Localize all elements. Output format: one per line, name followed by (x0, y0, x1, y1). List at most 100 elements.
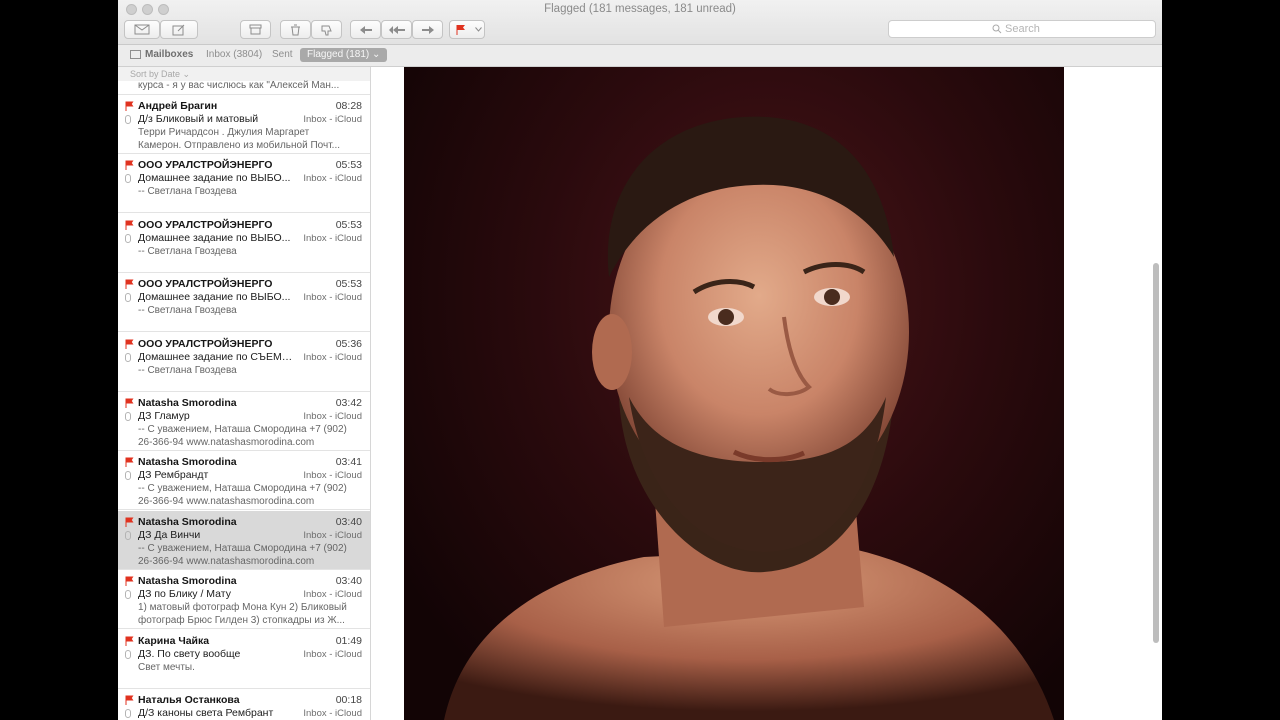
message-row[interactable]: Наталья Останкова 00:18 Д/З каноны света Р… (118, 689, 370, 720)
message-row[interactable]: ООО УРАЛСТРОЙЭНЕРГО 05:53 Домашнее задание… (118, 214, 370, 273)
message-row[interactable]: Natasha Smorodina 03:40 ДЗ Да Винчи Inbox -… (118, 511, 370, 570)
message-preview-line: 26-366-94 www.natashasmorodina.com (138, 496, 315, 507)
message-subject: ДЗ Гламур (138, 410, 190, 422)
attachment-icon (125, 174, 131, 183)
message-row[interactable]: Андрей Брагин 08:28 Д/з Бликовый и матовый… (118, 95, 370, 154)
attachment-icon (125, 234, 131, 243)
message-time: 01:49 (335, 635, 362, 647)
message-mailbox: Inbox - iCloud (303, 589, 362, 600)
favorite-inbox[interactable]: Inbox (3804) (206, 49, 262, 60)
message-subject: Домашнее задание по ВЫБО... (138, 232, 291, 244)
message-time: 03:40 (335, 575, 362, 587)
junk-button[interactable] (311, 20, 342, 39)
forward-button[interactable] (412, 20, 443, 39)
attachment-icon (125, 115, 131, 124)
message-sender: Natasha Smorodina (138, 397, 237, 409)
search-icon (992, 24, 1002, 34)
reply-all-button[interactable] (381, 20, 412, 39)
message-mailbox: Inbox - iCloud (303, 292, 362, 303)
flag-icon (125, 576, 134, 586)
forward-icon (421, 25, 434, 34)
message-preview: Терри Ричардсон . Джулия Маргарет Камерон… (138, 126, 364, 152)
compose-icon (172, 24, 185, 35)
archive-icon (249, 24, 262, 35)
flag-icon (125, 636, 134, 646)
flag-button[interactable] (449, 20, 485, 39)
message-preview-line: -- С уважением, Наташа Смородина +7 (902… (138, 483, 347, 494)
search-placeholder: Search (1005, 23, 1040, 35)
attachment-icon (125, 531, 131, 540)
message-row[interactable]: ООО УРАЛСТРОЙЭНЕРГО 05:36 Домашнее задание… (118, 333, 370, 392)
message-mailbox: Inbox - iCloud (303, 649, 362, 660)
message-sender: Андрей Брагин (138, 100, 218, 112)
message-preview: -- С уважением, Наташа Смородина +7 (902… (138, 482, 364, 508)
compose-button[interactable] (160, 20, 198, 39)
message-mailbox: Inbox - iCloud (303, 708, 362, 719)
favorite-sent[interactable]: Sent (272, 49, 293, 60)
message-preview-line: -- Светлана Гвоздева (138, 186, 237, 197)
flag-icon (125, 695, 134, 705)
message-preview-line: -- Светлана Гвоздева (138, 305, 237, 316)
message-subject: ДЗ Да Винчи (138, 529, 201, 541)
favorite-flagged[interactable]: Flagged (181) ⌄ (300, 48, 388, 62)
reply-all-icon (388, 25, 405, 34)
message-row[interactable]: Natasha Smorodina 03:40 ДЗ по Блику / Мату… (118, 570, 370, 629)
message-row[interactable]: Карина Чайка 01:49 ДЗ. По свету вообще Inbo… (118, 630, 370, 689)
attachment-icon (125, 471, 131, 480)
flag-icon (456, 25, 465, 35)
flag-icon (125, 279, 134, 289)
message-row[interactable]: Natasha Smorodina 03:41 ДЗ Рембрандт Inbox … (118, 451, 370, 510)
archive-button[interactable] (240, 20, 271, 39)
message-sender: ООО УРАЛСТРОЙЭНЕРГО (138, 219, 273, 231)
message-row[interactable]: ООО УРАЛСТРОЙЭНЕРГО 05:53 Домашнее задание… (118, 273, 370, 332)
message-time: 03:42 (335, 397, 362, 409)
message-subject: ДЗ. По свету вообще (138, 648, 241, 660)
flag-icon (125, 160, 134, 170)
envelope-icon (134, 24, 150, 35)
thumbs-down-icon (321, 25, 332, 35)
delete-button[interactable] (280, 20, 311, 39)
message-sender: Карина Чайка (138, 635, 210, 647)
message-sender: ООО УРАЛСТРОЙЭНЕРГО (138, 278, 273, 290)
window-title: Flagged (181 messages, 181 unread) (544, 3, 736, 15)
message-list[interactable]: Sort by Date ⌄ курса - я у вас числюсь к… (118, 67, 371, 720)
message-preview: курса - я у вас числюсь как "Алексей Ман… (138, 80, 340, 91)
message-preview: 1) матовый фотограф Мона Кун 2) Бликовый… (138, 601, 364, 627)
message-preview: -- Светлана Гвоздева (138, 364, 364, 377)
message-preview-line: Терри Ричардсон . Джулия Маргарет (138, 127, 310, 138)
message-preview-line: -- С уважением, Наташа Смородина +7 (902… (138, 543, 347, 554)
message-time: 05:53 (335, 159, 362, 171)
portrait-photo (404, 67, 1064, 720)
viewer-scrollbar[interactable] (1153, 263, 1159, 643)
attachment-icon (125, 650, 131, 659)
sort-bar: Sort by Date ⌄ (118, 67, 370, 81)
title-bar: Flagged (181 messages, 181 unread) Searc… (118, 0, 1162, 45)
reply-button[interactable] (350, 20, 381, 39)
message-mailbox: Inbox - iCloud (303, 470, 362, 481)
message-time: 03:41 (335, 456, 362, 468)
message-time: 03:40 (335, 516, 362, 528)
message-preview: -- Светлана Гвоздева (138, 245, 364, 258)
message-preview: -- С уважением, Наташа Смородина +7 (902… (138, 423, 364, 449)
message-subject: ДЗ Рембрандт (138, 469, 209, 481)
message-subject: Домашнее задание по ВЫБО... (138, 291, 291, 303)
message-preview: -- Светлана Гвоздева (138, 304, 364, 317)
message-preview-line: -- С уважением, Наташа Смородина +7 (902… (138, 424, 347, 435)
message-subject: Домашнее задание по СЪЕМКЕ (138, 351, 293, 363)
flag-icon (125, 220, 134, 230)
message-sender: Natasha Smorodina (138, 456, 237, 468)
sort-by-date-button[interactable]: Sort by Date ⌄ (130, 69, 190, 80)
message-preview-line: 26-366-94 www.natashasmorodina.com (138, 556, 315, 567)
message-mailbox: Inbox - iCloud (303, 114, 362, 125)
flag-icon (125, 517, 134, 527)
message-time: 05:53 (335, 278, 362, 290)
message-preview-line: Свет мечты. (138, 662, 195, 673)
get-mail-button[interactable] (124, 20, 160, 39)
message-row[interactable]: Natasha Smorodina 03:42 ДЗ Гламур Inbox - i… (118, 392, 370, 451)
flag-icon (125, 101, 134, 111)
mailboxes-button[interactable]: Mailboxes (145, 49, 193, 60)
search-field[interactable]: Search (888, 20, 1156, 38)
message-preview-line: -- Светлана Гвоздева (138, 365, 237, 376)
message-row[interactable]: ООО УРАЛСТРОЙЭНЕРГО 05:53 Домашнее задание… (118, 154, 370, 213)
message-sender: Natasha Smorodina (138, 516, 237, 528)
